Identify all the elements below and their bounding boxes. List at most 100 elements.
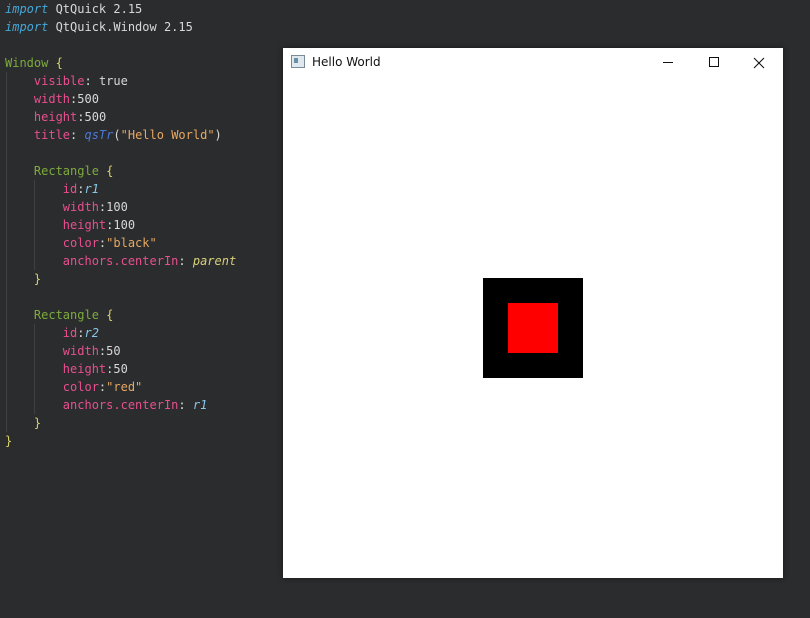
code-token: 100 (106, 200, 128, 214)
close-icon (753, 57, 765, 69)
code-line: anchors.centerIn: r1 (5, 396, 208, 414)
code-line: id:r2 (5, 324, 99, 342)
code-token: ( (113, 128, 121, 142)
window-content (283, 76, 783, 578)
code-token: color (62, 236, 99, 250)
minimize-icon (663, 62, 673, 63)
code-token: { (98, 308, 114, 322)
code-token: color (62, 380, 99, 394)
code-token: "black" (106, 236, 157, 250)
code-token: title (33, 128, 71, 142)
code-token: 500 (77, 92, 99, 106)
code-token: anchors.centerIn (62, 254, 179, 268)
code-token: 50 (113, 362, 128, 376)
code-token: Rectangle (33, 308, 99, 322)
code-line: Rectangle { (5, 306, 113, 324)
code-token: 100 (113, 218, 136, 232)
close-button[interactable] (737, 48, 783, 76)
code-token: : (70, 128, 85, 142)
code-token: 50 (106, 344, 121, 358)
code-token: : (178, 254, 193, 268)
code-line: visible: true (5, 72, 128, 90)
code-token: Rectangle (33, 164, 99, 178)
code-token: id (62, 182, 78, 196)
app-window: Hello World (283, 48, 783, 578)
code-token: "red" (106, 380, 143, 394)
code-token: id (62, 326, 78, 340)
code-line: height:500 (5, 108, 106, 126)
window-title: Hello World (312, 55, 381, 69)
code-line: width:100 (5, 198, 128, 216)
code-token: r1 (192, 398, 208, 412)
code-token: ) (214, 128, 222, 142)
code-token: { (48, 56, 63, 70)
code-line: height:100 (5, 216, 135, 234)
code-line: anchors.centerIn: parent (5, 252, 236, 270)
code-token: import (5, 20, 49, 34)
code-line: title: qsTr("Hello World") (5, 126, 222, 144)
code-line: id:r1 (5, 180, 99, 198)
code-token: 500 (84, 110, 107, 124)
code-token: width (62, 344, 99, 358)
code-token: QtQuick 2.15 (48, 2, 143, 16)
code-token: import (5, 2, 49, 16)
code-token: r2 (84, 326, 99, 340)
window-titlebar[interactable]: Hello World (283, 48, 783, 76)
maximize-button[interactable] (691, 48, 737, 76)
code-token: height (33, 110, 78, 124)
code-token: true (98, 74, 128, 88)
code-line: } (5, 270, 41, 288)
code-token: } (33, 416, 42, 430)
code-token: height (62, 362, 107, 376)
code-token: } (5, 434, 13, 448)
code-token: height (62, 218, 107, 232)
code-token: : (178, 398, 193, 412)
code-token: } (33, 272, 42, 286)
code-token: QtQuick.Window 2.15 (48, 20, 193, 34)
code-token: qsTr (84, 128, 114, 142)
code-line: Rectangle { (5, 162, 113, 180)
code-line: import QtQuick.Window 2.15 (5, 18, 193, 36)
code-token: : (77, 110, 85, 124)
code-line: } (5, 414, 41, 432)
maximize-icon (709, 57, 719, 67)
app-window-icon (291, 55, 305, 68)
code-token: : (84, 74, 99, 88)
code-line: width:50 (5, 342, 121, 360)
code-token: visible (33, 74, 85, 88)
code-line: Window { (5, 54, 63, 72)
code-token: "Hello World" (120, 128, 215, 142)
code-line: color:"black" (5, 234, 157, 252)
minimize-button[interactable] (645, 48, 691, 76)
code-token: { (98, 164, 114, 178)
code-line: width:500 (5, 90, 99, 108)
code-token: Window (5, 56, 49, 70)
black-rectangle-r1 (483, 278, 583, 378)
code-token: width (33, 92, 71, 106)
code-line: } (5, 432, 12, 450)
code-token: parent (192, 254, 237, 268)
code-token: r1 (84, 182, 99, 196)
code-line: height:50 (5, 360, 128, 378)
code-token: anchors.centerIn (62, 398, 179, 412)
red-rectangle-r2 (508, 303, 558, 353)
code-token: width (62, 200, 99, 214)
